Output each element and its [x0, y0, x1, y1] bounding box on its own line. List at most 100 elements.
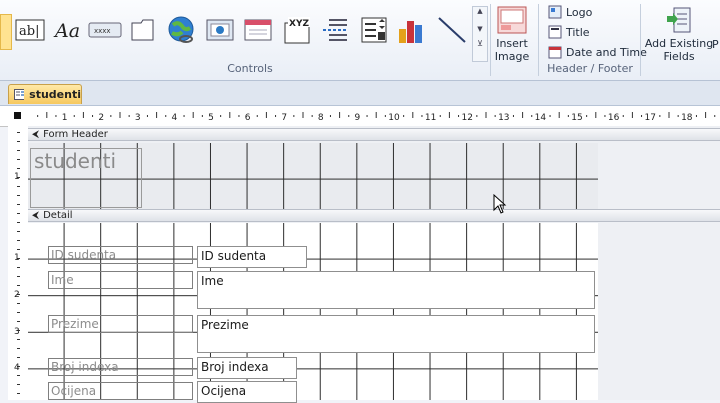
section-collapse-icon: ⮜	[32, 129, 40, 140]
combo-box-icon[interactable]	[356, 6, 392, 54]
ruler-tick	[110, 115, 112, 117]
ruler-tick	[17, 249, 20, 250]
title-label: Title	[566, 25, 590, 39]
controls-gallery-scroller[interactable]: ▲ ▼ ⊻	[472, 6, 488, 62]
tab-control-icon[interactable]	[126, 6, 162, 54]
web-browser-icon[interactable]	[202, 6, 238, 54]
ruler-tick	[55, 115, 57, 117]
button-glyph: xxxx	[94, 27, 111, 35]
ruler-tick	[17, 276, 20, 277]
tab-label: studenti	[29, 88, 81, 101]
form-header-section-bar[interactable]: ⮜ Form Header	[28, 128, 720, 141]
field-textbox-id-sudenta[interactable]: ID sudenta	[197, 246, 307, 268]
ribbon: ab| Aa xxxx XYZ ▲ ▼ ⊻ Insert Image Logo …	[0, 0, 720, 81]
ruler-tick	[46, 112, 48, 118]
option-group-icon[interactable]: XYZ	[278, 6, 314, 54]
field-label-ocijena[interactable]: Ocijena	[48, 382, 193, 400]
ruler-tick	[384, 115, 386, 117]
ruler-tick	[705, 112, 707, 118]
chart-icon[interactable]	[394, 6, 430, 54]
field-label-broj-indexa[interactable]: Broj indexa	[48, 358, 193, 376]
ruler-tick	[494, 115, 496, 117]
gallery-more-icon[interactable]: ⊻	[473, 39, 487, 48]
ruler-tick	[128, 115, 130, 117]
vertical-ruler-ticks: 1 1 2 3 4	[14, 132, 20, 394]
ruler-tick	[17, 168, 20, 169]
ruler-tick	[17, 231, 20, 232]
insert-image-button[interactable]: Insert Image	[492, 6, 532, 64]
line-icon[interactable]	[434, 6, 470, 54]
ruler-tick	[17, 357, 20, 358]
detail-section-bar[interactable]: ⮜ Detail	[28, 209, 720, 222]
add-existing-fields-icon	[667, 7, 691, 33]
ruler-tick	[17, 267, 20, 268]
ruler-number: 18	[681, 113, 693, 123]
ruler-tick	[458, 115, 460, 117]
logo-button[interactable]: Logo	[548, 3, 592, 21]
ruler-tick	[92, 115, 94, 117]
ruler-tick	[265, 112, 267, 118]
ruler-tick	[476, 115, 478, 117]
ruler-tick	[238, 115, 240, 117]
ruler-tick	[156, 112, 158, 118]
hyperlink-icon[interactable]	[164, 6, 200, 54]
field-label-ime[interactable]: Ime	[48, 271, 193, 289]
form-title-label[interactable]: studenti	[30, 148, 142, 208]
text-box-icon[interactable]: ab|	[12, 6, 48, 54]
label-icon[interactable]: Aa	[50, 6, 86, 54]
ruler-number: 17	[644, 113, 655, 123]
divider	[490, 4, 491, 76]
calendar-icon	[548, 46, 562, 59]
page-break-icon[interactable]	[316, 6, 352, 54]
ruler-tick	[17, 348, 20, 349]
option-group-glyph: XYZ	[289, 19, 309, 29]
field-textbox-ime[interactable]: Ime	[197, 271, 595, 309]
ruler-tick	[17, 141, 20, 142]
ruler-tick	[531, 115, 533, 117]
ruler-tick	[17, 375, 20, 376]
ruler-number: 16	[608, 113, 620, 123]
ruler-tick	[695, 115, 697, 117]
field-label-id-sudenta[interactable]: ID sudenta	[48, 246, 193, 264]
logo-icon	[548, 5, 562, 19]
ruler-number: 2	[14, 290, 20, 300]
ruler-tick	[412, 112, 414, 118]
ruler-tick	[17, 393, 20, 394]
vertical-ruler: 1 1 2 3 4	[8, 126, 29, 400]
gallery-down-icon[interactable]: ▼	[473, 25, 487, 33]
ruler-tick	[119, 112, 121, 118]
ruler-tick	[586, 115, 588, 117]
button-icon[interactable]: xxxx	[87, 6, 123, 54]
ruler-tick	[302, 112, 304, 118]
property-sheet-label[interactable]: P	[712, 38, 719, 51]
add-existing-fields-button[interactable]: Add Existing Fields	[644, 6, 714, 64]
ruler-tick	[275, 115, 277, 117]
ruler-tick	[17, 132, 20, 133]
form-selector[interactable]	[14, 112, 21, 119]
field-textbox-broj-indexa[interactable]: Broj indexa	[197, 357, 297, 379]
ruler-tick	[668, 112, 670, 118]
gallery-up-icon[interactable]: ▲	[473, 7, 487, 15]
ruler-number: 10	[388, 113, 400, 123]
ruler-tick	[403, 115, 405, 117]
ruler-number: 1	[62, 113, 68, 123]
ruler-tick	[17, 384, 20, 385]
select-control-icon[interactable]	[0, 14, 12, 50]
ruler-number: 8	[318, 113, 324, 123]
ruler-number: 1	[14, 172, 20, 182]
ruler-tick	[17, 303, 20, 304]
navigation-control-icon[interactable]	[240, 6, 276, 54]
ruler-tick	[146, 115, 148, 117]
ruler-tick	[183, 115, 185, 117]
ruler-tick	[17, 240, 20, 241]
ruler-tick	[421, 115, 423, 117]
ruler-tick	[677, 115, 679, 117]
ruler-tick	[714, 115, 716, 117]
ruler-tick	[17, 213, 20, 214]
ruler-tick	[366, 115, 368, 117]
title-button[interactable]: Title	[548, 23, 590, 41]
field-label-prezime[interactable]: Prezime	[48, 315, 193, 333]
field-textbox-prezime[interactable]: Prezime	[197, 315, 595, 353]
tab-studenti[interactable]: studenti	[8, 84, 82, 104]
date-and-time-button[interactable]: Date and Time	[548, 43, 647, 61]
